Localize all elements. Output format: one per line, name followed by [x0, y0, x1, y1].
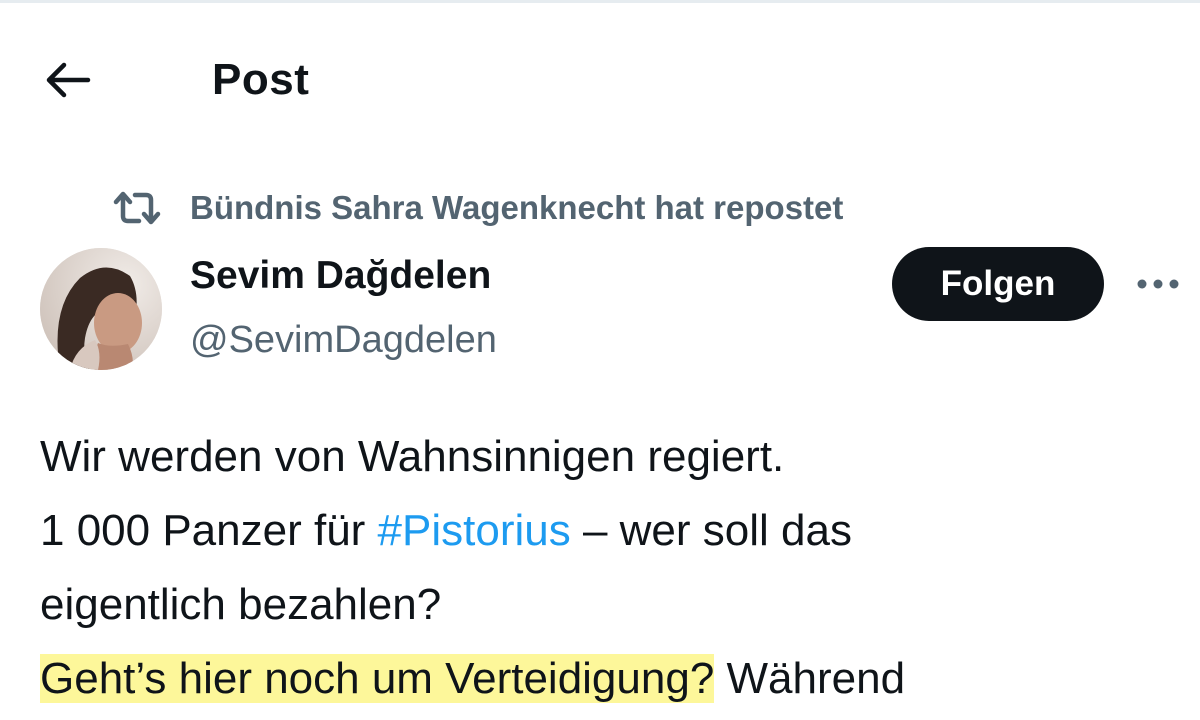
- header: Post: [0, 40, 1200, 120]
- avatar[interactable]: [40, 248, 162, 370]
- page-title: Post: [212, 55, 310, 104]
- post-text: Wir werden von Wahnsinnigen regiert. 1 0…: [40, 420, 1180, 716]
- repost-text[interactable]: Bündnis Sahra Wagenknecht hat repostet: [190, 189, 843, 227]
- repost-icon: [112, 186, 162, 230]
- post-line-4-rest: Während: [714, 654, 906, 703]
- highlighted-text: Geht’s hier noch um Verteidigung?: [40, 654, 715, 703]
- more-horizontal-icon: [1137, 279, 1179, 289]
- more-options-button[interactable]: [1128, 260, 1188, 308]
- repost-indicator: Bündnis Sahra Wagenknecht hat repostet: [112, 186, 843, 230]
- author-name[interactable]: Sevim Dağdelen: [190, 248, 491, 304]
- top-divider: [0, 0, 1200, 3]
- follow-button[interactable]: Folgen: [892, 247, 1104, 321]
- hashtag-link[interactable]: #Pistorius: [378, 506, 571, 555]
- post-line-4: Geht’s hier noch um Verteidigung? Währen…: [40, 642, 1180, 716]
- post-line-2: 1 000 Panzer für #Pistorius – wer soll d…: [40, 494, 1180, 568]
- author-handle[interactable]: @SevimDagdelen: [190, 312, 497, 368]
- arrow-left-icon: [46, 62, 91, 98]
- post-line-2-prefix: 1 000 Panzer für: [40, 506, 378, 555]
- post-line-3: eigentlich bezahlen?: [40, 580, 442, 629]
- post-line-2-suffix: – wer soll das: [570, 506, 852, 555]
- post-line-1: Wir werden von Wahnsinnigen regiert.: [40, 432, 785, 481]
- back-button[interactable]: [40, 52, 96, 108]
